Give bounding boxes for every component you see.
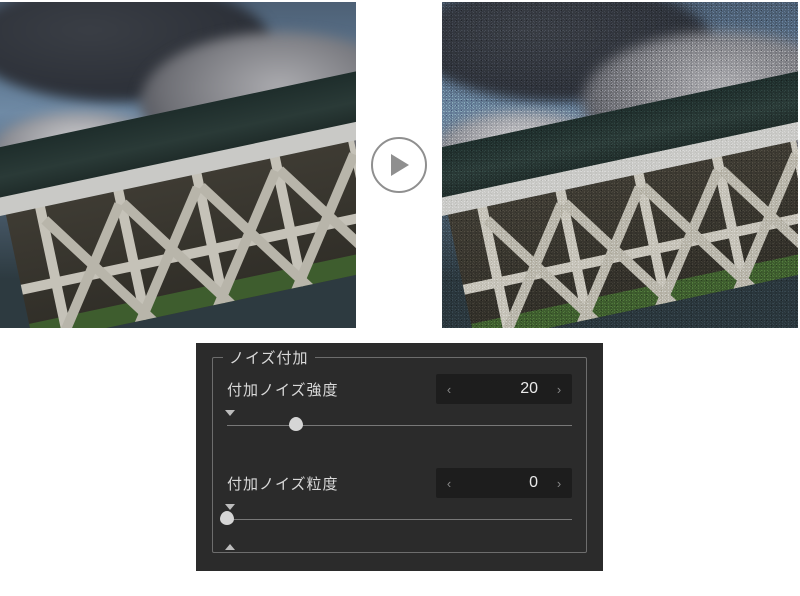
slider-reset-marker-top[interactable] [225, 410, 235, 416]
noise-overlay [442, 2, 798, 328]
stepper-increase-button[interactable]: › [546, 468, 572, 498]
slider-thumb-intensity[interactable] [289, 417, 303, 431]
slider-reset-marker-top[interactable] [225, 504, 235, 510]
slider-thumb-grain[interactable] [220, 511, 234, 525]
noise-addition-panel: ノイズ付加 付加ノイズ強度 ‹ 20 › 付加ノイズ粒度 ‹ 0 [196, 343, 603, 571]
param-row-grain: 付加ノイズ粒度 ‹ 0 › [227, 468, 572, 498]
stepper-value-grain[interactable]: 0 [462, 474, 546, 492]
stepper-grain[interactable]: ‹ 0 › [436, 468, 572, 498]
image-before [0, 2, 356, 328]
slider-track[interactable] [227, 425, 572, 426]
stepper-value-intensity[interactable]: 20 [462, 380, 546, 398]
param-row-intensity: 付加ノイズ強度 ‹ 20 › [227, 374, 572, 404]
slider-track[interactable] [227, 519, 572, 520]
transform-arrow [371, 137, 427, 193]
stepper-intensity[interactable]: ‹ 20 › [436, 374, 572, 404]
param-label-intensity: 付加ノイズ強度 [227, 379, 339, 400]
stepper-increase-button[interactable]: › [546, 374, 572, 404]
group-title: ノイズ付加 [223, 347, 315, 368]
slider-grain[interactable] [227, 510, 572, 536]
noise-addition-group: ノイズ付加 付加ノイズ強度 ‹ 20 › 付加ノイズ粒度 ‹ 0 [212, 357, 587, 553]
param-label-grain: 付加ノイズ粒度 [227, 473, 339, 494]
slider-intensity[interactable] [227, 416, 572, 442]
stepper-decrease-button[interactable]: ‹ [436, 374, 462, 404]
play-icon [389, 154, 409, 176]
before-after-comparison [0, 0, 800, 328]
stepper-decrease-button[interactable]: ‹ [436, 468, 462, 498]
image-after [442, 2, 798, 328]
slider-reset-marker-bottom[interactable] [225, 544, 235, 550]
